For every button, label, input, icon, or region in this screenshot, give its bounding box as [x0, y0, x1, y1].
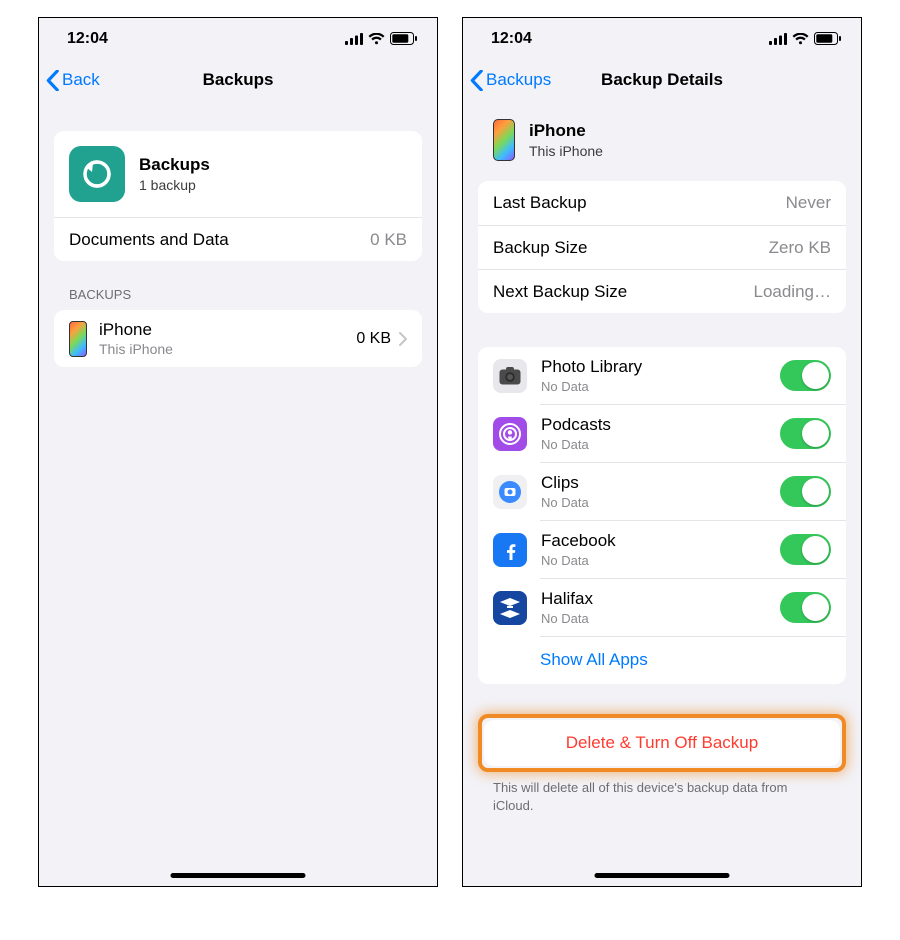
documents-and-data-row[interactable]: Documents and Data 0 KB — [54, 217, 422, 261]
page-title: Backups — [203, 70, 274, 90]
backup-info-card: Last Backup Never Backup Size Zero KB Ne… — [478, 181, 846, 313]
app-toggle-row: HALIFAX Halifax No Data — [478, 579, 846, 636]
backup-item-title: iPhone — [99, 320, 356, 340]
backups-summary-card: Backups 1 backup Documents and Data 0 KB — [54, 131, 422, 261]
battery-icon — [814, 32, 841, 45]
device-title: iPhone — [529, 121, 603, 141]
photos-icon — [493, 359, 527, 393]
wifi-icon — [792, 33, 809, 45]
delete-footer-note: This will delete all of this device's ba… — [493, 779, 831, 814]
backups-icon — [69, 146, 125, 202]
backups-list-card: iPhone This iPhone 0 KB — [54, 310, 422, 367]
app-toggle[interactable] — [780, 360, 831, 391]
phone-screen-backups: 12:04 Back Backups Backups 1 backup — [38, 17, 438, 887]
row-label: Last Backup — [493, 193, 587, 213]
nav-bar: Back Backups — [39, 59, 437, 101]
backups-section-label: BACKUPS — [69, 287, 422, 302]
iphone-icon — [69, 321, 87, 357]
app-toggle[interactable] — [780, 592, 831, 623]
back-button[interactable]: Backups — [470, 70, 551, 91]
backup-item-size: 0 KB — [356, 330, 391, 348]
home-indicator[interactable] — [171, 873, 306, 878]
app-sub: No Data — [541, 553, 780, 568]
facebook-icon — [493, 533, 527, 567]
iphone-icon — [493, 119, 515, 161]
app-name: Clips — [541, 473, 780, 493]
device-header: iPhone This iPhone — [478, 101, 846, 167]
clips-icon — [493, 475, 527, 509]
backups-header-row[interactable]: Backups 1 backup — [54, 131, 422, 217]
cellular-icon — [345, 33, 363, 45]
row-label: Backup Size — [493, 238, 588, 258]
chevron-left-icon — [470, 70, 483, 91]
row-value: Loading… — [753, 282, 831, 302]
app-toggle-row: Podcasts No Data — [478, 405, 846, 462]
nav-bar: Backups Backup Details — [463, 59, 861, 101]
documents-label: Documents and Data — [69, 230, 229, 250]
apps-card: Photo LibraryNo DataPodcastsNo DataClips… — [478, 347, 846, 684]
backups-title: Backups — [139, 155, 210, 175]
next-backup-size-row: Next Backup Size Loading… — [478, 269, 846, 313]
tutorial-highlight: Delete & Turn Off Backup — [478, 714, 846, 772]
backup-size-row: Backup Size Zero KB — [478, 225, 846, 269]
app-toggle[interactable] — [780, 476, 831, 507]
cellular-icon — [769, 33, 787, 45]
app-toggle-row: Facebook No Data — [478, 521, 846, 578]
phone-screen-backup-details: 12:04 Backups Backup Details iPhone This… — [462, 17, 862, 887]
status-bar: 12:04 — [39, 18, 437, 59]
app-sub: No Data — [541, 437, 780, 452]
app-name: Podcasts — [541, 415, 780, 435]
page-title: Backup Details — [601, 70, 723, 90]
documents-value: 0 KB — [370, 230, 407, 250]
show-all-apps-button[interactable]: Show All Apps — [478, 637, 846, 684]
chevron-right-icon — [399, 332, 407, 346]
row-value: Zero KB — [769, 238, 831, 258]
app-toggle[interactable] — [780, 418, 831, 449]
delete-button-label: Delete & Turn Off Backup — [566, 733, 758, 752]
device-subtitle: This iPhone — [529, 143, 603, 159]
halifax-icon: HALIFAX — [493, 591, 527, 625]
backup-list-item[interactable]: iPhone This iPhone 0 KB — [54, 310, 422, 367]
status-time: 12:04 — [67, 30, 108, 48]
podcasts-icon — [493, 417, 527, 451]
status-time: 12:04 — [491, 30, 532, 48]
backups-subtitle: 1 backup — [139, 177, 210, 193]
svg-text:HALIFAX: HALIFAX — [504, 607, 517, 611]
row-value: Never — [786, 193, 831, 213]
status-bar: 12:04 — [463, 18, 861, 59]
app-sub: No Data — [541, 379, 780, 394]
back-button[interactable]: Back — [46, 70, 100, 91]
back-label: Back — [62, 70, 100, 90]
delete-backup-button[interactable]: Delete & Turn Off Backup — [484, 720, 840, 766]
chevron-left-icon — [46, 70, 59, 91]
app-sub: No Data — [541, 495, 780, 510]
battery-icon — [390, 32, 417, 45]
app-name: Photo Library — [541, 357, 780, 377]
status-icons — [769, 32, 841, 45]
row-label: Next Backup Size — [493, 282, 627, 302]
back-label: Backups — [486, 70, 551, 90]
home-indicator[interactable] — [595, 873, 730, 878]
app-name: Facebook — [541, 531, 780, 551]
app-sub: No Data — [541, 611, 780, 626]
app-name: Halifax — [541, 589, 780, 609]
last-backup-row: Last Backup Never — [478, 181, 846, 225]
app-toggle[interactable] — [780, 534, 831, 565]
app-toggle-row: Photo Library No Data — [478, 347, 846, 404]
backup-item-subtitle: This iPhone — [99, 341, 356, 357]
app-toggle-row: Clips No Data — [478, 463, 846, 520]
status-icons — [345, 32, 417, 45]
wifi-icon — [368, 33, 385, 45]
